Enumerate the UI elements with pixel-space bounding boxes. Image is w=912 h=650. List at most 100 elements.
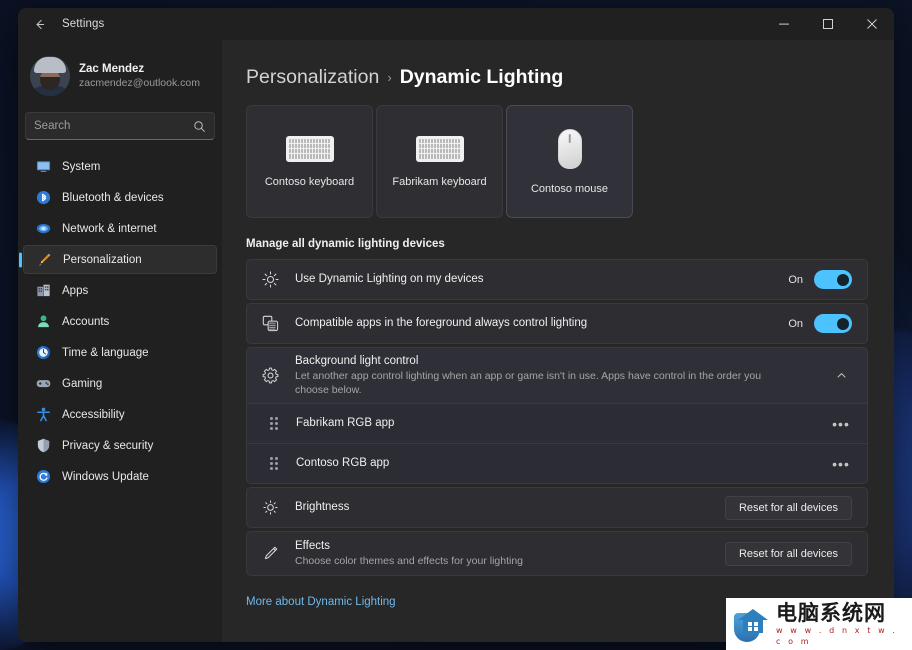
window-title: Settings xyxy=(62,18,105,30)
maximize-icon xyxy=(823,19,833,29)
effects-reset-button[interactable]: Reset for all devices xyxy=(724,541,852,566)
row-subtitle: Let another app control lighting when an… xyxy=(295,370,762,396)
drag-handle-icon[interactable] xyxy=(267,417,281,430)
sidebar-item-label: Apps xyxy=(62,284,89,297)
row-title: Compatible apps in the foreground always… xyxy=(295,317,588,329)
minimize-icon xyxy=(779,23,789,25)
app-name: Contoso RGB app xyxy=(296,457,390,469)
sidebar-item-label: Gaming xyxy=(62,377,103,390)
breadcrumb-separator-icon: › xyxy=(387,70,392,85)
profile-email: zacmendez@outlook.com xyxy=(79,77,200,89)
system-icon xyxy=(35,159,51,175)
clock-icon xyxy=(35,345,51,361)
search-icon xyxy=(193,120,206,133)
house-shield-logo-icon xyxy=(731,604,771,644)
mouse-icon xyxy=(557,128,582,169)
accessibility-icon xyxy=(35,407,51,423)
sidebar-item-privacy-security[interactable]: Privacy & security xyxy=(23,431,217,460)
sidebar-item-system[interactable]: System xyxy=(23,152,217,181)
avatar xyxy=(30,56,70,96)
sidebar-item-label: Bluetooth & devices xyxy=(62,191,164,204)
device-card-contoso-keyboard[interactable]: Contoso keyboard xyxy=(246,105,373,218)
apps-icon xyxy=(35,283,51,299)
keyboard-icon xyxy=(415,135,464,162)
sidebar-item-accounts[interactable]: Accounts xyxy=(23,307,217,336)
close-button[interactable] xyxy=(850,8,894,40)
maximize-button[interactable] xyxy=(806,8,850,40)
accounts-icon xyxy=(35,314,51,330)
sidebar-item-windows-update[interactable]: Windows Update xyxy=(23,462,217,491)
more-options-icon[interactable]: ••• xyxy=(830,413,852,435)
more-options-icon[interactable]: ••• xyxy=(830,453,852,475)
back-arrow-icon xyxy=(36,19,44,29)
breadcrumb: Personalization › Dynamic Lighting xyxy=(246,40,868,105)
row-app-fabrikam-rgb[interactable]: Fabrikam RGB app ••• xyxy=(246,404,868,444)
back-button[interactable] xyxy=(24,9,54,39)
brightness-icon xyxy=(261,499,279,516)
breadcrumb-parent[interactable]: Personalization xyxy=(246,66,379,89)
watermark-url: w w w . d n x t w . c o m xyxy=(776,626,898,646)
toggle-state-label: On xyxy=(788,273,803,286)
watermark-title: 电脑系统网 xyxy=(776,601,886,625)
drag-handle-icon[interactable] xyxy=(267,457,281,470)
gamepad-icon xyxy=(35,376,51,392)
toggle-state-label: On xyxy=(788,317,803,330)
use-dynamic-lighting-toggle[interactable] xyxy=(814,270,852,289)
profile-name: Zac Mendez xyxy=(79,63,145,75)
sidebar-nav: System Bluetooth & devices Network & int… xyxy=(23,152,217,493)
row-background-light-control[interactable]: Background light control Let another app… xyxy=(246,347,868,404)
sidebar-item-accessibility[interactable]: Accessibility xyxy=(23,400,217,429)
row-title: Use Dynamic Lighting on my devices xyxy=(295,273,484,285)
compatible-apps-toggle[interactable] xyxy=(814,314,852,333)
chevron-up-icon[interactable] xyxy=(830,365,852,387)
row-title: Background light control xyxy=(295,355,419,367)
user-profile[interactable]: Zac Mendez zacmendez@outlook.com xyxy=(23,48,217,104)
sidebar-item-label: Accounts xyxy=(62,315,110,328)
page-title: Dynamic Lighting xyxy=(399,66,564,88)
minimize-button[interactable] xyxy=(762,8,806,40)
device-name: Contoso keyboard xyxy=(264,175,355,188)
effects-brush-icon xyxy=(261,545,279,562)
section-title: Manage all dynamic lighting devices xyxy=(246,238,445,250)
row-title: Effects xyxy=(295,539,330,552)
sidebar-item-label: Network & internet xyxy=(62,222,157,235)
device-card-list: Contoso keyboard Fabrikam keyboard Conto… xyxy=(246,105,868,218)
row-effects[interactable]: Effects Choose color themes and effects … xyxy=(246,531,868,576)
title-bar: Settings xyxy=(18,8,894,40)
sidebar-item-label: System xyxy=(62,160,101,173)
site-watermark: 电脑系统网 w w w . d n x t w . c o m xyxy=(726,598,912,650)
brightness-reset-button[interactable]: Reset for all devices xyxy=(724,495,852,520)
sidebar-item-time-language[interactable]: Time & language xyxy=(23,338,217,367)
update-icon xyxy=(35,469,51,485)
sidebar-item-apps[interactable]: Apps xyxy=(23,276,217,305)
search-input[interactable] xyxy=(34,120,193,132)
row-use-dynamic-lighting[interactable]: Use Dynamic Lighting on my devices On xyxy=(246,259,868,300)
search-box[interactable] xyxy=(25,112,215,140)
device-card-contoso-mouse[interactable]: Contoso mouse xyxy=(506,105,633,218)
more-about-dynamic-lighting-link[interactable]: More about Dynamic Lighting xyxy=(246,596,396,608)
row-compatible-apps[interactable]: Compatible apps in the foreground always… xyxy=(246,303,868,344)
row-subtitle: Choose color themes and effects for your… xyxy=(295,554,524,567)
row-title: Brightness xyxy=(295,501,350,513)
device-card-fabrikam-keyboard[interactable]: Fabrikam keyboard xyxy=(376,105,503,218)
overlapping-windows-icon xyxy=(261,315,279,332)
row-brightness[interactable]: Brightness Reset for all devices xyxy=(246,487,868,528)
close-icon xyxy=(867,19,877,29)
main-content: Personalization › Dynamic Lighting Conto… xyxy=(222,40,894,642)
sidebar-item-bluetooth-devices[interactable]: Bluetooth & devices xyxy=(23,183,217,212)
app-name: Fabrikam RGB app xyxy=(296,417,395,429)
keyboard-icon xyxy=(285,135,334,162)
row-app-contoso-rgb[interactable]: Contoso RGB app ••• xyxy=(246,444,868,484)
sidebar-item-network-internet[interactable]: Network & internet xyxy=(23,214,217,243)
sidebar-item-personalization[interactable]: Personalization xyxy=(23,245,217,274)
network-icon xyxy=(35,221,51,237)
sidebar-item-label: Accessibility xyxy=(62,408,125,421)
shield-icon xyxy=(35,438,51,454)
window-controls xyxy=(762,8,894,40)
personalization-brush-icon xyxy=(36,252,52,268)
sidebar: Zac Mendez zacmendez@outlook.com Search … xyxy=(18,40,222,642)
sidebar-item-gaming[interactable]: Gaming xyxy=(23,369,217,398)
sidebar-item-label: Personalization xyxy=(63,253,142,266)
sidebar-item-label: Windows Update xyxy=(62,470,149,483)
device-name: Fabrikam keyboard xyxy=(392,175,487,188)
